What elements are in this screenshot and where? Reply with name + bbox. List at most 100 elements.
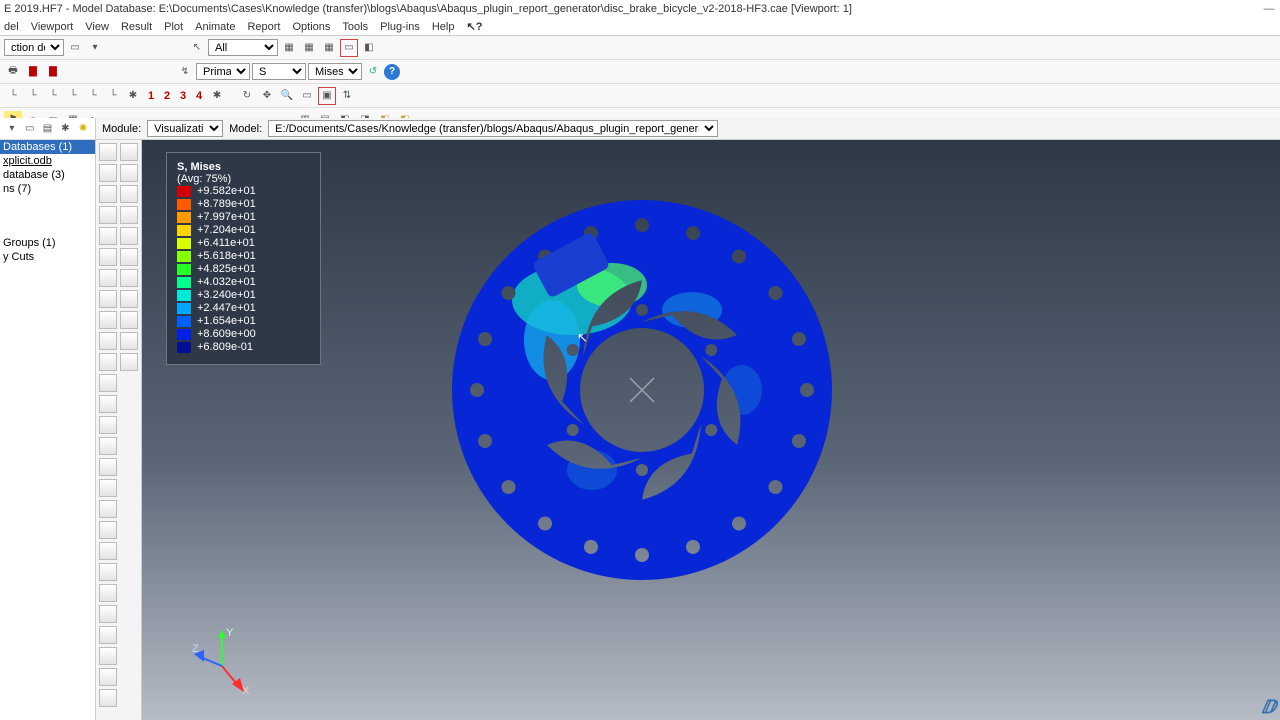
menu-item[interactable]: Help xyxy=(432,21,455,33)
print-icon[interactable]: 🖶 xyxy=(4,63,22,81)
view-icon[interactable]: └ xyxy=(44,87,62,105)
book-red-icon[interactable]: ▇ xyxy=(24,63,42,81)
tool-icon[interactable] xyxy=(99,437,117,455)
tool-icon[interactable] xyxy=(99,479,117,497)
tool-icon[interactable] xyxy=(99,521,117,539)
tool-icon[interactable] xyxy=(120,143,138,161)
tool-icon[interactable] xyxy=(120,311,138,329)
menu-item[interactable]: Viewport xyxy=(31,21,74,33)
tree-icon[interactable]: ▭ xyxy=(22,120,38,138)
tool-icon[interactable] xyxy=(99,668,117,686)
tree-databases[interactable]: Databases (1) xyxy=(0,140,95,154)
tool-icon[interactable] xyxy=(99,248,117,266)
tool-icon[interactable] xyxy=(99,290,117,308)
tool-icon[interactable] xyxy=(99,353,117,371)
tool-icon[interactable] xyxy=(99,374,117,392)
tool-icon[interactable] xyxy=(99,332,117,350)
triad-icon[interactable]: ✱ xyxy=(124,87,142,105)
tool-icon[interactable] xyxy=(99,500,117,518)
tool-icon[interactable] xyxy=(99,626,117,644)
tool-icon[interactable] xyxy=(99,458,117,476)
tool-icon[interactable] xyxy=(99,164,117,182)
tree-groups[interactable]: Groups (1) xyxy=(0,236,95,250)
rotate-icon[interactable]: ↻ xyxy=(238,87,256,105)
frame-3[interactable]: 3 xyxy=(176,87,190,105)
tree-icon[interactable]: ✺ xyxy=(75,120,91,138)
cube-icon[interactable]: ◧ xyxy=(360,39,378,57)
dropdown-icon[interactable]: ▾ xyxy=(86,39,104,57)
tool-icon[interactable] xyxy=(120,185,138,203)
tool-icon[interactable] xyxy=(99,647,117,665)
component-select[interactable]: Mises xyxy=(308,63,362,80)
info-icon[interactable]: ? xyxy=(384,64,400,80)
tool-icon[interactable] xyxy=(120,353,138,371)
tool-icon[interactable] xyxy=(120,164,138,182)
fit-icon[interactable]: ▣ xyxy=(318,87,336,105)
menu-item[interactable]: Tools xyxy=(342,21,368,33)
view-icon[interactable]: └ xyxy=(24,87,42,105)
menu-item[interactable]: Result xyxy=(121,21,152,33)
pick-icon[interactable]: ▦ xyxy=(280,39,298,57)
tree-cuts[interactable]: y Cuts xyxy=(0,250,95,264)
context-help-icon[interactable]: ↖? xyxy=(466,20,482,33)
tree-database[interactable]: database (3) xyxy=(0,168,95,182)
box-icon[interactable]: ▭ xyxy=(66,39,84,57)
view-icon[interactable]: └ xyxy=(4,87,22,105)
menu-item[interactable]: del xyxy=(4,21,19,33)
zoom-box-icon[interactable]: ▭ xyxy=(298,87,316,105)
tool-icon[interactable] xyxy=(120,332,138,350)
variable-select[interactable]: S xyxy=(252,63,306,80)
minimize-icon[interactable]: — xyxy=(1262,3,1276,15)
menu-item[interactable]: View xyxy=(85,21,109,33)
menu-item[interactable]: Plot xyxy=(164,21,183,33)
defaults-select[interactable]: ction defaults xyxy=(4,39,64,56)
frame-2[interactable]: 2 xyxy=(160,87,174,105)
tool-icon[interactable] xyxy=(99,542,117,560)
zoom-icon[interactable]: 🔍 xyxy=(278,87,296,105)
cursor-icon[interactable]: ↖ xyxy=(188,39,206,57)
sort-icon[interactable]: ⇅ xyxy=(338,87,356,105)
tool-icon[interactable] xyxy=(120,227,138,245)
primary-select[interactable]: Primary xyxy=(196,63,250,80)
menu-item[interactable]: Report xyxy=(247,21,280,33)
view-icon[interactable]: └ xyxy=(84,87,102,105)
selection-all-select[interactable]: All xyxy=(208,39,278,56)
axes-icon[interactable]: ↯ xyxy=(176,63,194,81)
tool-icon[interactable] xyxy=(99,143,117,161)
frame-4[interactable]: 4 xyxy=(192,87,206,105)
pick-invert-icon[interactable]: ▦ xyxy=(320,39,338,57)
menu-item[interactable]: Options xyxy=(293,21,331,33)
viewport[interactable]: S, Mises (Avg: 75%) +9.582e+01+8.789e+01… xyxy=(142,140,1280,720)
pan-icon[interactable]: ✥ xyxy=(258,87,276,105)
menu-item[interactable]: Animate xyxy=(195,21,235,33)
module-select[interactable]: Visualization xyxy=(147,120,223,137)
model-path-select[interactable]: E:/Documents/Cases/Knowledge (transfer)/… xyxy=(268,120,718,137)
tree-ns[interactable]: ns (7) xyxy=(0,182,95,196)
tool-icon[interactable] xyxy=(99,206,117,224)
tree-icon[interactable]: ▤ xyxy=(40,120,56,138)
tool-icon[interactable] xyxy=(99,416,117,434)
tool-icon[interactable] xyxy=(99,689,117,707)
pick-box-icon[interactable]: ▭ xyxy=(340,39,358,57)
tree-icon[interactable]: ▾ xyxy=(4,120,20,138)
tree-icon[interactable]: ✱ xyxy=(57,120,73,138)
tree-odb[interactable]: xplicit.odb xyxy=(0,154,95,168)
tool-icon[interactable] xyxy=(120,248,138,266)
tool-icon[interactable] xyxy=(120,290,138,308)
book-red2-icon[interactable]: ▇ xyxy=(44,63,62,81)
view-icon[interactable]: └ xyxy=(64,87,82,105)
pick-add-icon[interactable]: ▦ xyxy=(300,39,318,57)
tool-icon[interactable] xyxy=(99,311,117,329)
menu-item[interactable]: Plug-ins xyxy=(380,21,420,33)
view-icon[interactable]: └ xyxy=(104,87,122,105)
tool-icon[interactable] xyxy=(99,269,117,287)
tool-icon[interactable] xyxy=(120,269,138,287)
tool-icon[interactable] xyxy=(99,395,117,413)
refresh-icon[interactable]: ↺ xyxy=(364,63,382,81)
tool-icon[interactable] xyxy=(99,584,117,602)
frame-1[interactable]: 1 xyxy=(144,87,158,105)
tool-icon[interactable] xyxy=(99,563,117,581)
tool-icon[interactable] xyxy=(99,227,117,245)
tool-icon[interactable] xyxy=(99,185,117,203)
axis-icon[interactable]: ✱ xyxy=(208,87,226,105)
